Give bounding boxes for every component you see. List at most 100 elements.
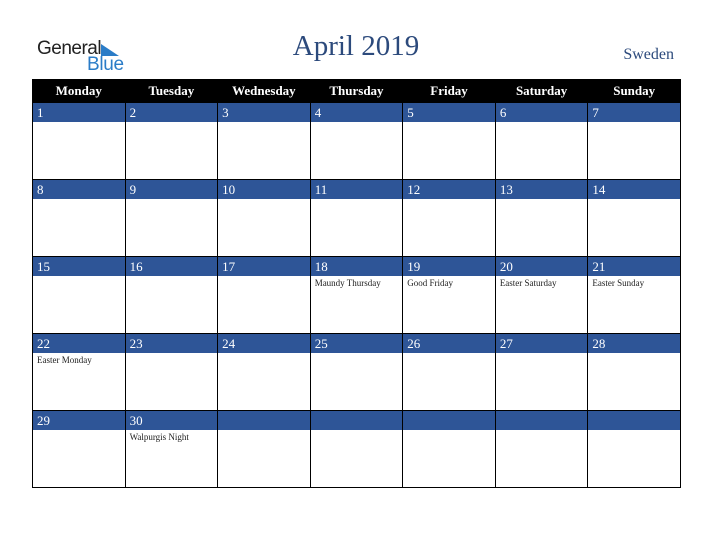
week-row: 8 9 10 11 12 13 14	[32, 179, 681, 257]
week-row: 1234567	[32, 102, 681, 180]
day-number: 11	[310, 180, 403, 199]
day-cell[interactable]: 6	[494, 102, 589, 180]
day-cell[interactable]: 30 Walpurgis Night	[124, 410, 219, 488]
day-number: 9	[125, 180, 218, 199]
day-number: 18	[310, 257, 403, 276]
day-number: 27	[495, 334, 588, 353]
day-cell[interactable]: 7	[587, 102, 681, 180]
day-number: 21	[588, 257, 680, 276]
day-cell[interactable]: 17	[217, 256, 311, 334]
week-row: 29 30 Walpurgis Night	[32, 410, 681, 488]
day-number: 26	[403, 334, 495, 353]
holiday-label: Good Friday	[407, 278, 453, 288]
day-cell[interactable]: 15	[32, 256, 126, 334]
holiday-label	[403, 353, 495, 355]
day-number: 10	[218, 180, 310, 199]
day-cell[interactable]	[402, 410, 496, 488]
holiday-label	[311, 430, 403, 432]
holiday-label	[311, 353, 403, 355]
day-cell[interactable]: 27	[494, 333, 589, 411]
day-cell[interactable]: 20 Easter Saturday	[494, 256, 589, 334]
day-number	[218, 411, 310, 430]
day-number	[403, 411, 495, 430]
day-cell[interactable]: 3	[217, 102, 311, 180]
holiday-label	[218, 353, 310, 355]
day-number: 22	[33, 334, 125, 353]
holiday-label	[588, 353, 680, 355]
day-number: 4	[310, 103, 403, 122]
weekday-header: Tuesday	[124, 79, 219, 103]
holiday-label	[496, 122, 588, 124]
holiday-label: Easter Sunday	[592, 278, 645, 288]
holiday-label	[218, 276, 310, 278]
holiday-label	[126, 276, 218, 278]
day-cell[interactable]: 8	[32, 179, 126, 257]
calendar-grid: Monday Tuesday Wednesday Thursday Friday…	[32, 79, 681, 488]
weekday-header: Saturday	[494, 79, 589, 103]
holiday-label	[218, 122, 310, 124]
day-number	[588, 411, 680, 430]
day-cell[interactable]: 18 Maundy Thursday	[309, 256, 404, 334]
day-cell[interactable]: 11	[309, 179, 404, 257]
day-cell[interactable]	[587, 410, 681, 488]
holiday-label	[496, 353, 588, 355]
day-number: 20	[495, 257, 588, 276]
day-cell[interactable]: 29	[32, 410, 126, 488]
holiday-label: Easter Saturday	[499, 278, 557, 288]
day-cell[interactable]: 28	[587, 333, 681, 411]
day-cell[interactable]: 21 Easter Sunday	[587, 256, 681, 334]
day-cell[interactable]	[309, 410, 404, 488]
day-cell[interactable]: 5	[402, 102, 496, 180]
day-cell[interactable]: 26	[402, 333, 496, 411]
weekday-header: Thursday	[309, 79, 404, 103]
day-number: 5	[403, 103, 495, 122]
day-cell[interactable]: 22 Easter Monday	[32, 333, 126, 411]
holiday-label	[403, 430, 495, 432]
day-cell[interactable]: 13	[494, 179, 589, 257]
day-number: 3	[218, 103, 310, 122]
day-number: 19	[403, 257, 495, 276]
holiday-label	[588, 199, 680, 201]
holiday-label	[311, 122, 403, 124]
day-number: 24	[218, 334, 310, 353]
weekday-header: Sunday	[587, 79, 681, 103]
day-cell[interactable]	[217, 410, 311, 488]
day-number: 13	[495, 180, 588, 199]
country-label: Sweden	[623, 46, 674, 63]
holiday-label	[218, 430, 310, 432]
holiday-label	[126, 122, 218, 124]
day-cell[interactable]	[494, 410, 589, 488]
holiday-label	[126, 353, 218, 355]
holiday-label: Easter Monday	[37, 355, 92, 365]
holiday-label: Walpurgis Night	[129, 432, 189, 442]
day-cell[interactable]: 23	[124, 333, 219, 411]
week-row: 22 Easter Monday 23 24 25 26 27 28	[32, 333, 681, 411]
day-cell[interactable]: 19 Good Friday	[402, 256, 496, 334]
holiday-label	[403, 122, 495, 124]
day-cell[interactable]: 1	[32, 102, 126, 180]
calendar-title: April 2019	[292, 30, 420, 62]
day-cell[interactable]: 4	[309, 102, 404, 180]
day-number: 30	[125, 411, 218, 430]
day-cell[interactable]: 9	[124, 179, 219, 257]
day-cell[interactable]: 16	[124, 256, 219, 334]
holiday-label	[311, 199, 403, 201]
holiday-label: Maundy Thursday	[314, 278, 381, 288]
day-cell[interactable]: 25	[309, 333, 404, 411]
day-number: 17	[218, 257, 310, 276]
day-cell[interactable]: 2	[124, 102, 219, 180]
day-number: 1	[33, 103, 125, 122]
holiday-label	[33, 199, 125, 201]
holiday-label	[33, 276, 125, 278]
day-number: 14	[588, 180, 680, 199]
day-number: 12	[403, 180, 495, 199]
day-number	[495, 411, 588, 430]
day-cell[interactable]: 14	[587, 179, 681, 257]
day-number: 2	[125, 103, 218, 122]
day-cell[interactable]: 12	[402, 179, 496, 257]
holiday-label	[126, 199, 218, 201]
day-number: 15	[33, 257, 125, 276]
day-number: 29	[33, 411, 125, 430]
day-cell[interactable]: 24	[217, 333, 311, 411]
day-cell[interactable]: 10	[217, 179, 311, 257]
